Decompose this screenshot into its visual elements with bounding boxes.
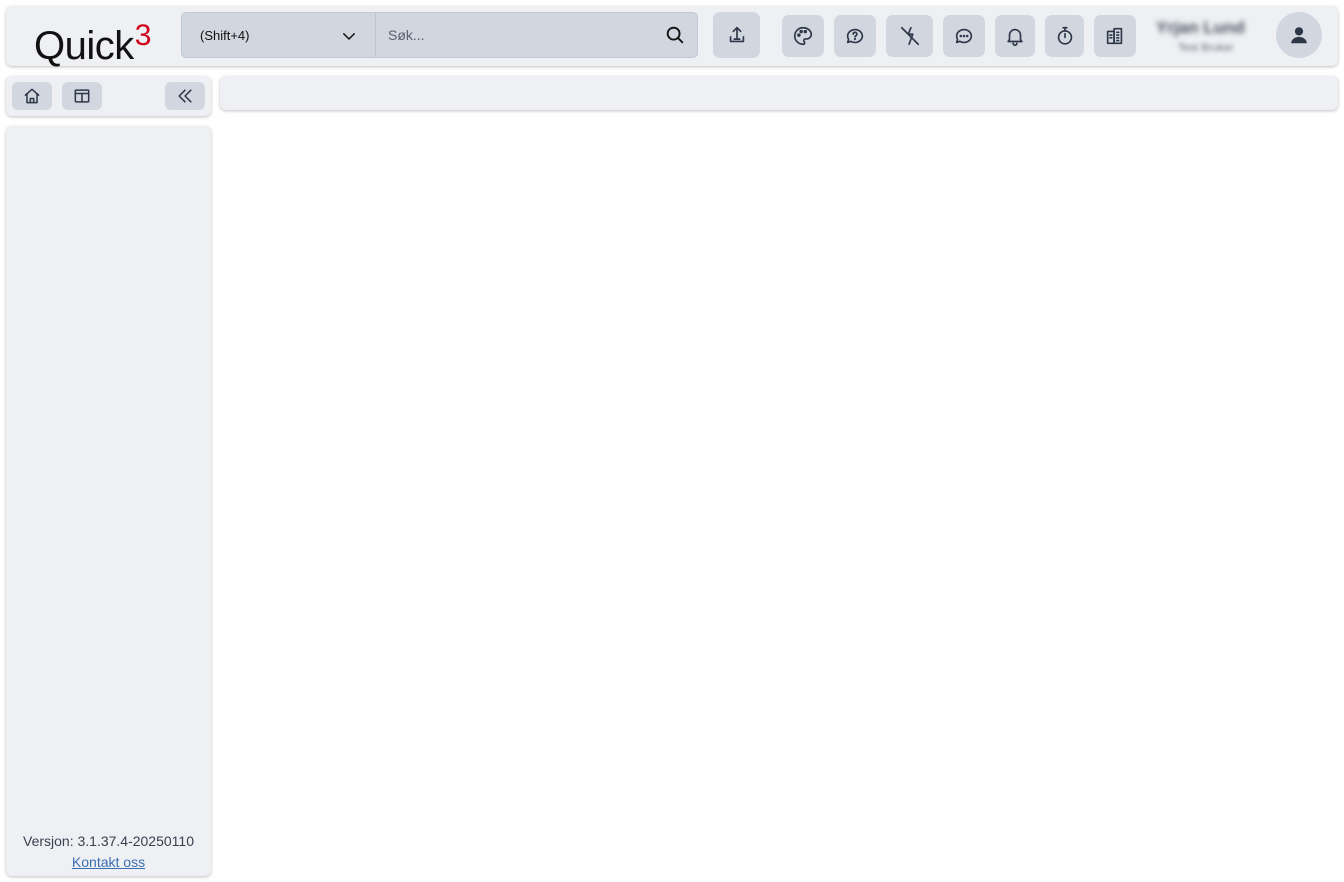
layout-icon: [74, 89, 90, 103]
user-avatar-button[interactable]: [1276, 12, 1322, 58]
main-content: [220, 118, 1338, 876]
stopwatch-icon: [1057, 26, 1072, 45]
flash-off-icon: [900, 26, 919, 46]
home-icon: [24, 88, 40, 104]
upload-icon: [729, 26, 744, 43]
user-icon: [1291, 27, 1307, 44]
chevron-down-icon: [343, 33, 355, 40]
collapse-sidebar-button[interactable]: [165, 82, 205, 110]
flash-toggle-button[interactable]: [886, 15, 933, 57]
app-logo[interactable]: Quick3: [34, 16, 151, 66]
palette-icon: [794, 26, 813, 46]
search-icon[interactable]: [664, 24, 686, 46]
bell-icon: [1007, 28, 1023, 46]
user-name: Yrjan Lund: [1156, 18, 1245, 37]
organization-button[interactable]: [1094, 15, 1136, 57]
double-chevron-left-icon: [178, 89, 192, 103]
upload-button[interactable]: [713, 12, 760, 58]
building-icon: [1106, 27, 1123, 45]
search-bar: (Shift+4): [181, 12, 698, 58]
search-scope-dropdown[interactable]: (Shift+4): [182, 13, 376, 57]
tab-bar: [220, 76, 1338, 110]
messages-button[interactable]: [943, 15, 985, 57]
help-chat-icon: [846, 28, 864, 44]
sidebar-toolbar: [6, 76, 211, 116]
user-role: Test Bruker: [1178, 42, 1234, 54]
layout-button[interactable]: [62, 82, 102, 110]
search-scope-label: (Shift+4): [200, 28, 250, 43]
top-bar: Quick3 (Shift+4) Yrjan Lund Test Bruker: [6, 6, 1338, 66]
notifications-button[interactable]: [995, 15, 1035, 57]
theme-button[interactable]: [782, 15, 824, 57]
home-button[interactable]: [12, 82, 52, 110]
sidebar: Versjon: 3.1.37.4-20250110 Kontakt oss: [6, 126, 211, 876]
search-input[interactable]: [388, 22, 648, 48]
contact-link[interactable]: Kontakt oss: [6, 854, 211, 870]
timer-button[interactable]: [1045, 15, 1084, 57]
help-button[interactable]: [834, 15, 876, 57]
version-label: Versjon: 3.1.37.4-20250110: [23, 833, 194, 849]
chat-icon: [955, 28, 973, 44]
